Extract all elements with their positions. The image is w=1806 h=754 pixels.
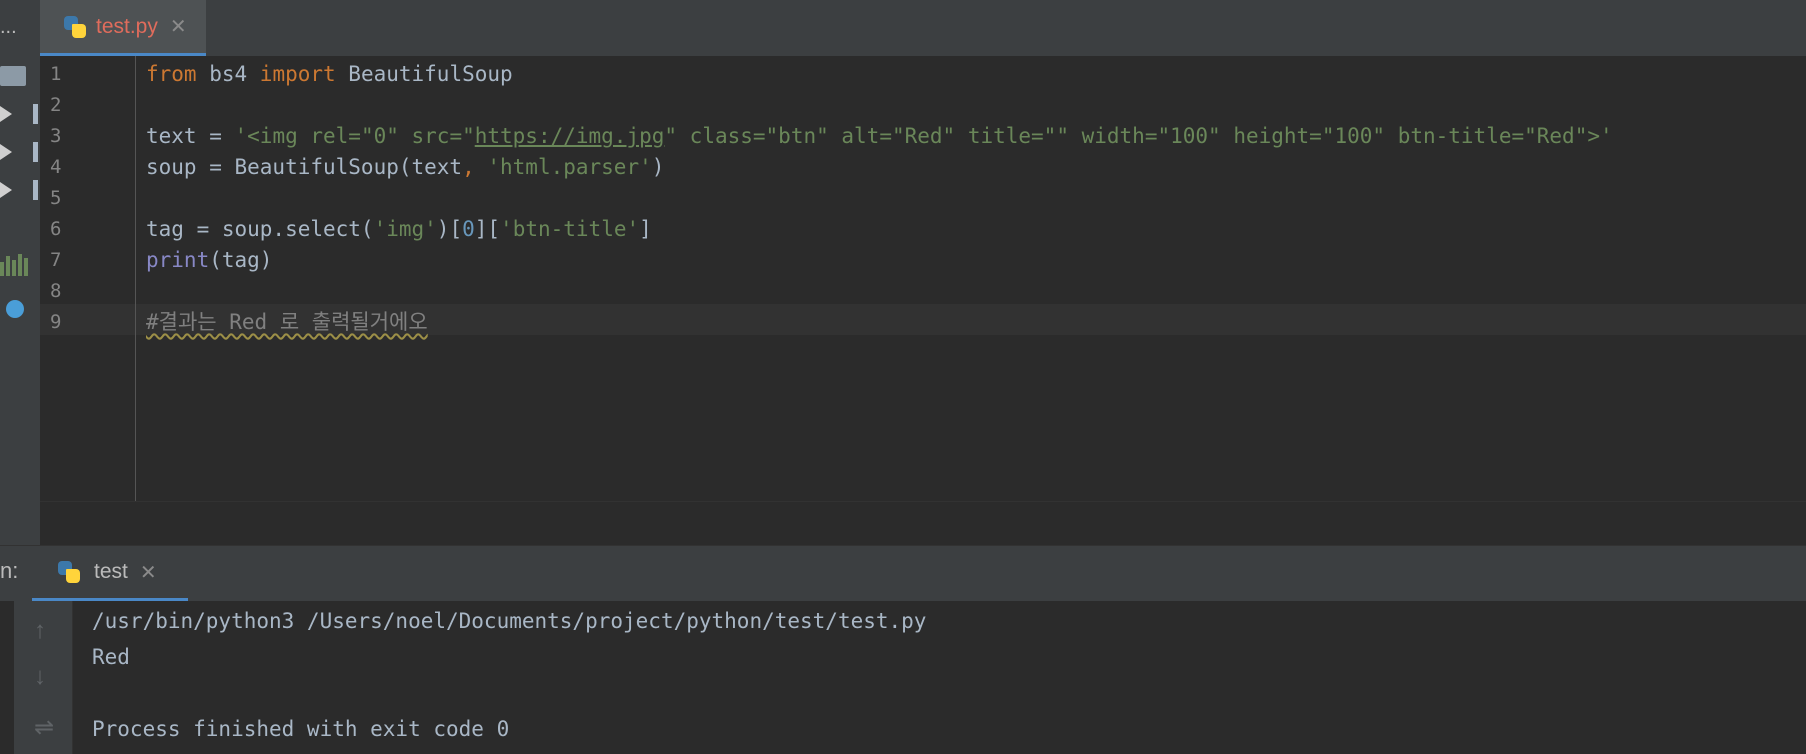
soft-wrap-icon[interactable]: ⇌ xyxy=(34,713,54,742)
scroll-up-icon[interactable]: ↑ xyxy=(34,617,46,645)
code-token: 0 xyxy=(462,217,475,241)
scratches-clock-icon[interactable] xyxy=(6,300,24,318)
code-line: print(tag) xyxy=(146,242,272,278)
run-panel-label: n: xyxy=(0,558,19,583)
editor-tab-label: test.py xyxy=(96,14,158,38)
code-token: " class="btn" alt="Red" title="" width="… xyxy=(664,124,1613,148)
code-token: ][ xyxy=(474,217,501,241)
console-line: Process finished with exit code 0 xyxy=(92,717,510,741)
console-line: /usr/bin/python3 /Users/noel/Documents/p… xyxy=(92,609,927,633)
line-number-gutter: 123456789 xyxy=(40,56,136,501)
code-line: from bs4 import BeautifulSoup xyxy=(146,56,513,92)
python-run-icon xyxy=(56,559,82,585)
code-token: '<img rel="0" src=" xyxy=(234,124,475,148)
code-line: #결과는 Red 로 출력될거에오 xyxy=(146,304,428,340)
code-token: text = xyxy=(146,124,235,148)
code-token: (tag) xyxy=(209,248,273,272)
code-editor[interactable]: 123456789 from bs4 import BeautifulSoup t… xyxy=(40,56,1806,501)
code-token: 'html.parser' xyxy=(487,155,652,179)
run-tab-label: test xyxy=(94,560,128,583)
run-tab-test[interactable]: test ✕ xyxy=(32,546,188,602)
python-file-icon xyxy=(62,14,88,40)
editor-tab-test-py[interactable]: test.py ✕ xyxy=(40,0,206,56)
code-line: soup = BeautifulSoup(text, 'html.parser'… xyxy=(146,149,664,185)
close-run-tab-icon[interactable]: ✕ xyxy=(140,560,157,585)
expand-arrow-icon[interactable] xyxy=(0,182,12,198)
code-token: , xyxy=(462,155,488,179)
run-toolbar: ↑ ↓ ⇌ xyxy=(14,601,73,754)
project-header-dots[interactable]: ... xyxy=(0,16,17,39)
scroll-down-icon[interactable]: ↓ xyxy=(34,663,46,691)
code-token: #결과는 Red 로 출력될거에오 xyxy=(146,310,428,334)
external-libraries-icon[interactable] xyxy=(0,254,28,276)
code-token: from xyxy=(146,62,197,86)
code-token: print xyxy=(146,248,210,272)
code-token: ] xyxy=(639,217,652,241)
code-token: 'img' xyxy=(373,217,437,241)
code-token: https://img.jpg xyxy=(474,124,665,148)
line-number: 9 xyxy=(50,311,62,333)
run-panel-header: n: test ✕ xyxy=(0,545,1806,602)
tree-item-marker xyxy=(33,142,38,162)
editor-bottom-area xyxy=(40,501,1806,546)
project-side-strip: ... xyxy=(0,0,41,545)
code-token: BeautifulSoup xyxy=(335,62,513,86)
code-token: )[ xyxy=(436,217,463,241)
tree-item-marker xyxy=(33,180,38,200)
code-token: ) xyxy=(651,155,665,179)
run-console[interactable]: ↑ ↓ ⇌ /usr/bin/python3 /Users/noel/Docum… xyxy=(0,601,1806,754)
expand-arrow-icon[interactable] xyxy=(0,106,12,122)
console-line: Red xyxy=(92,645,130,669)
tree-item-marker xyxy=(33,104,38,124)
expand-arrow-icon[interactable] xyxy=(0,144,12,160)
close-tab-icon[interactable]: ✕ xyxy=(170,14,187,39)
editor-tab-bar: test.py ✕ xyxy=(40,0,1806,57)
folder-icon[interactable] xyxy=(0,66,26,86)
code-token: tag = soup.select( xyxy=(146,217,374,241)
code-token: bs4 xyxy=(196,62,260,86)
code-token: 'btn-title' xyxy=(500,217,640,241)
code-token: soup = BeautifulSoup(text xyxy=(146,155,463,179)
code-token: import xyxy=(259,62,336,86)
